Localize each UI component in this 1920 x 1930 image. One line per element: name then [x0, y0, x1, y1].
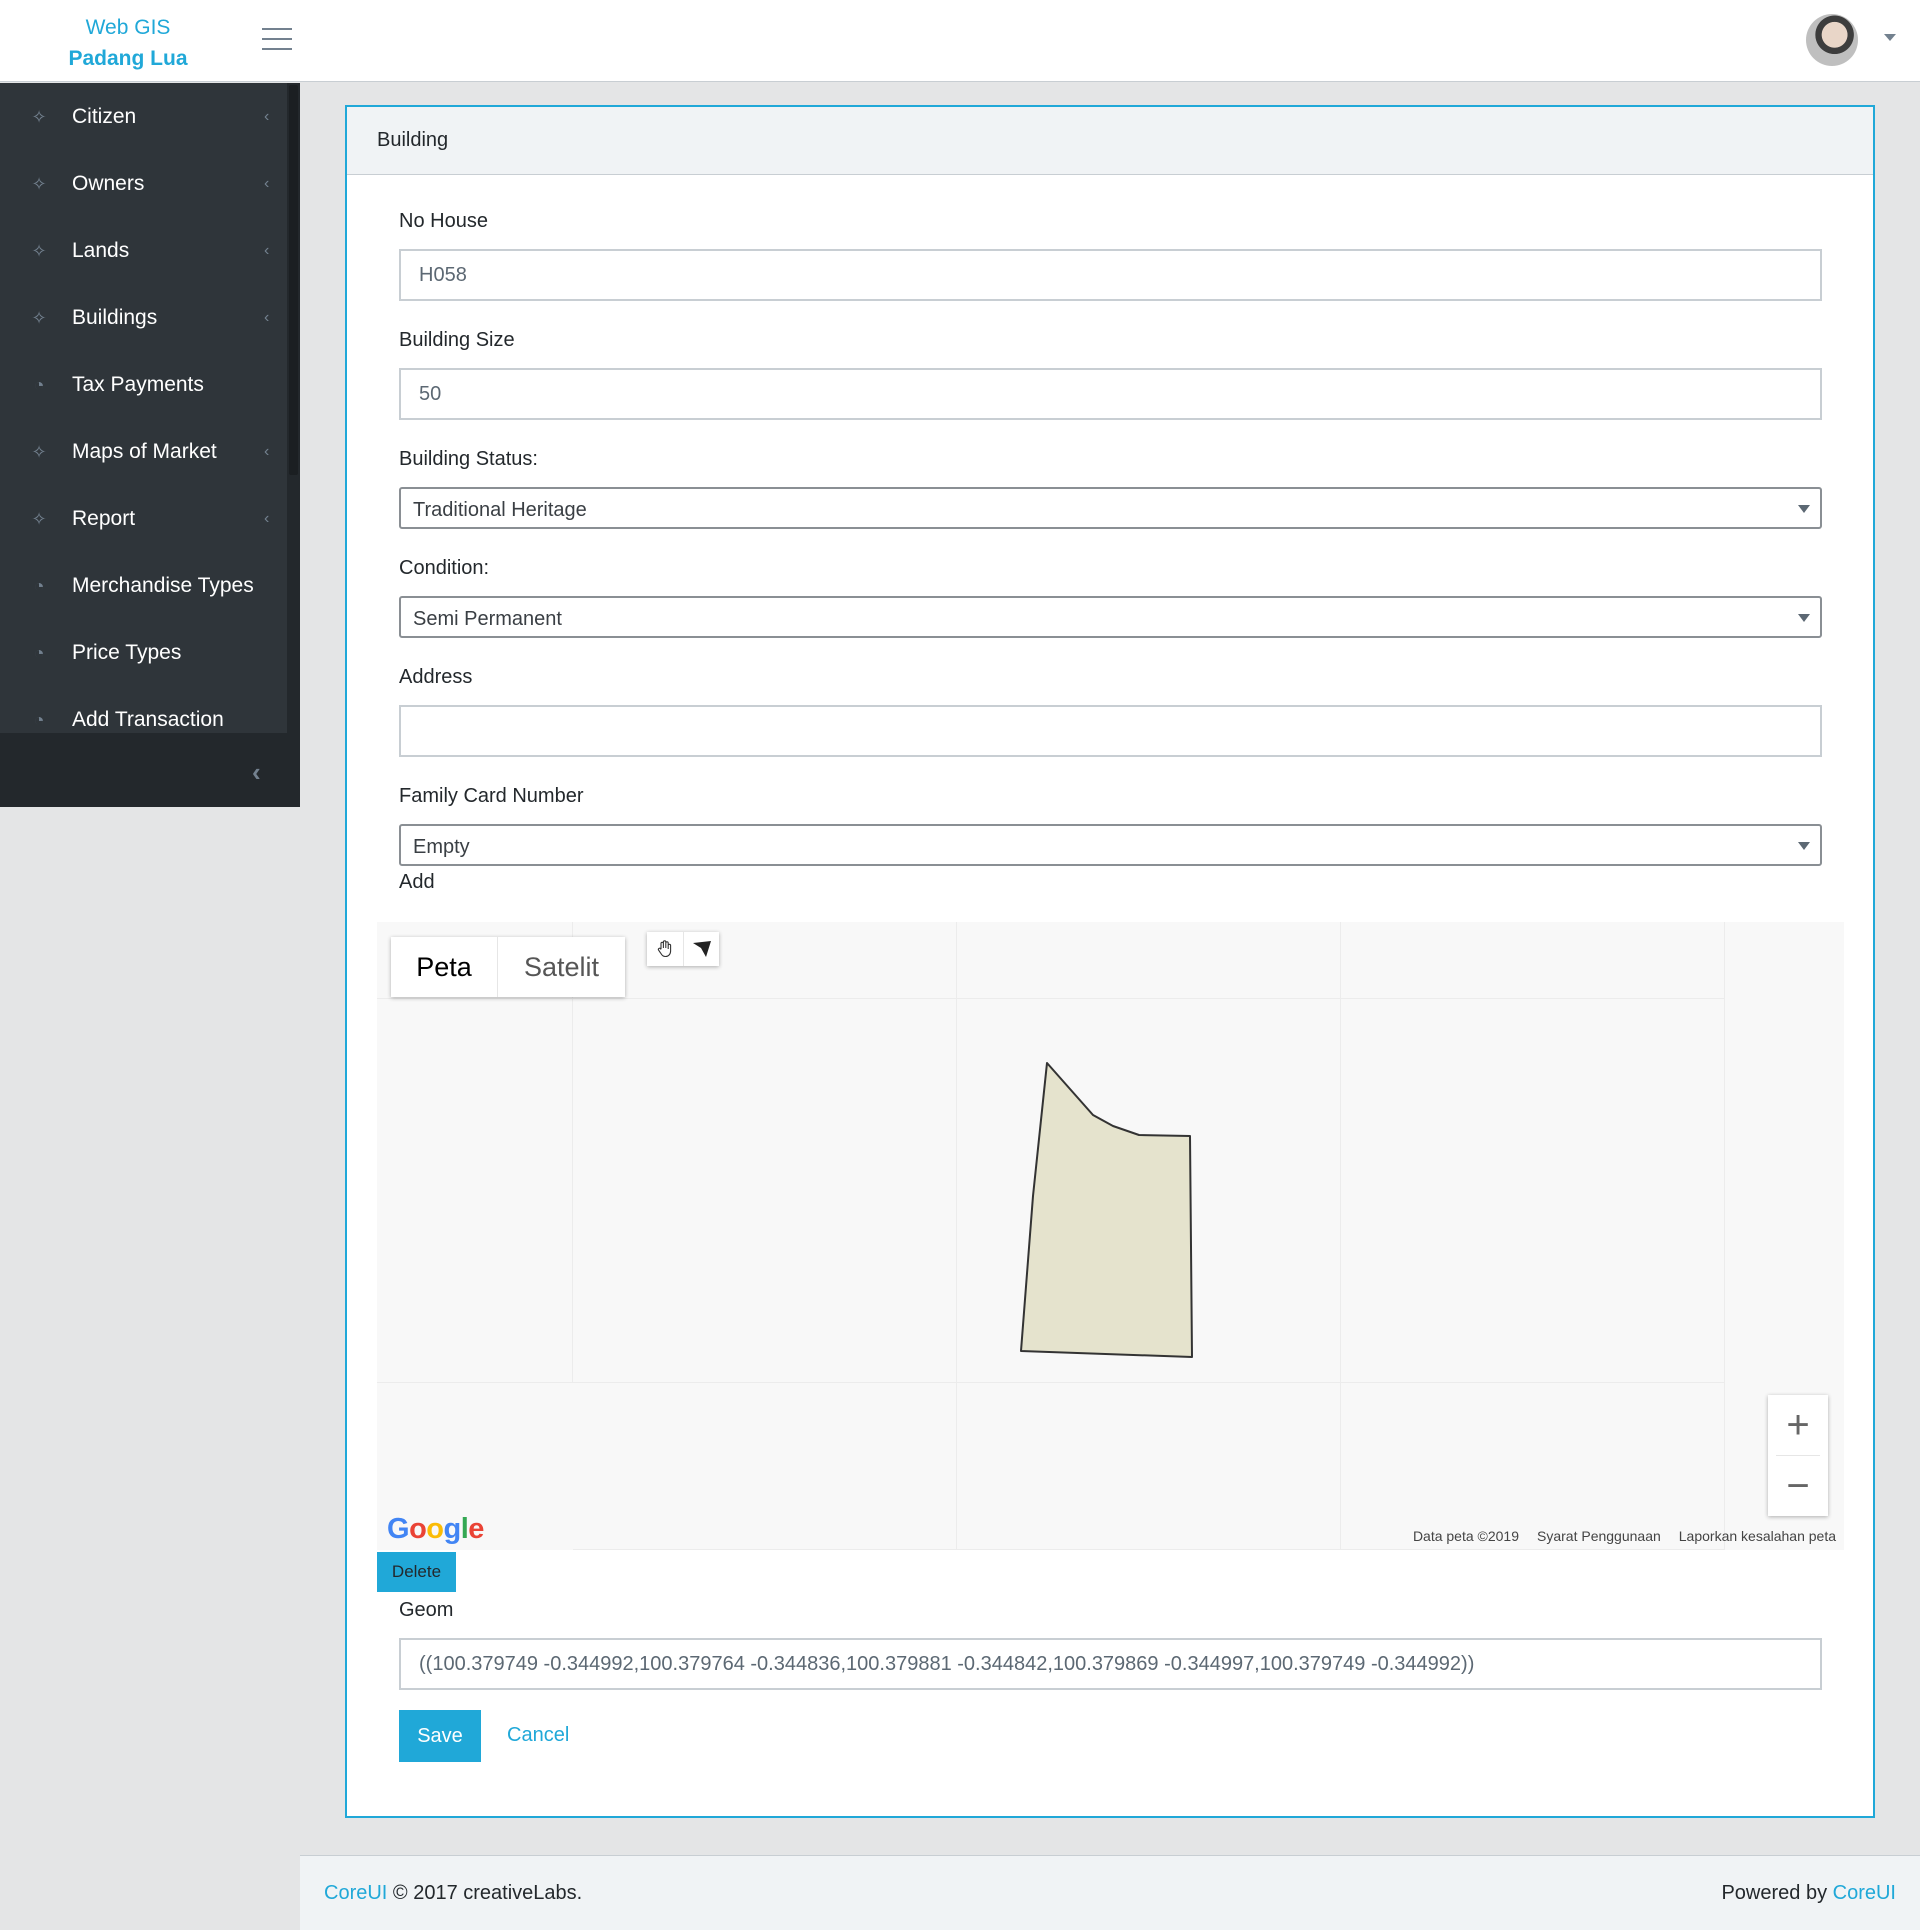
- drawing-tools: [647, 932, 719, 966]
- sidebar-item-buildings[interactable]: ✧ Buildings ‹: [0, 284, 285, 351]
- puzzle-icon: ✧: [31, 307, 47, 328]
- sidebar-item-label: Report: [72, 506, 136, 530]
- sidebar-minimizer-button[interactable]: ‹: [0, 733, 300, 807]
- map-data-credit: Data peta ©2019: [1412, 1528, 1519, 1544]
- speedometer-icon: ◔: [33, 642, 45, 663]
- delete-shape-button[interactable]: Delete: [377, 1552, 456, 1592]
- family-card-value: Empty: [413, 836, 470, 858]
- coreui-link[interactable]: CoreUI: [324, 1882, 387, 1904]
- sidebar-item-merchandise-types[interactable]: ◔ Merchandise Types: [0, 552, 285, 619]
- map-attribution: Data peta ©2019 Syarat Penggunaan Lapork…: [1413, 1528, 1836, 1544]
- geom-label: Geom: [399, 1599, 454, 1621]
- building-status-label: Building Status:: [399, 448, 538, 470]
- chevron-left-icon: ‹: [264, 241, 270, 259]
- puzzle-icon: ✧: [31, 173, 47, 194]
- sidebar-item-label: Buildings: [72, 305, 158, 329]
- zoom-out-button[interactable]: −: [1768, 1456, 1828, 1516]
- puzzle-icon: ✧: [31, 106, 47, 127]
- map-report-link[interactable]: Laporkan kesalahan peta: [1679, 1528, 1836, 1544]
- map-type-control: Peta Satelit: [391, 937, 625, 997]
- footer-powered-by: Powered by CoreUI: [1721, 1882, 1896, 1905]
- app-header: Web GIS Padang Lua: [0, 0, 1920, 82]
- map-terms-link[interactable]: Syarat Penggunaan: [1537, 1528, 1661, 1544]
- save-button[interactable]: Save: [399, 1710, 481, 1762]
- chevron-left-icon: ‹: [264, 107, 270, 125]
- no-house-input[interactable]: [399, 249, 1822, 301]
- map-type-peta-button[interactable]: Peta: [391, 937, 497, 997]
- caret-down-icon: [1798, 614, 1810, 622]
- chevron-left-icon: ‹: [264, 442, 270, 460]
- sidebar-item-label: Price Types: [72, 640, 182, 664]
- sidebar-item-owners[interactable]: ✧ Owners ‹: [0, 150, 285, 217]
- chevron-left-icon: ‹: [264, 308, 270, 326]
- chevron-left-icon: ‹: [264, 174, 270, 192]
- zoom-control: + −: [1768, 1395, 1828, 1516]
- sidebar-scrollbar-thumb[interactable]: [289, 85, 298, 475]
- condition-label: Condition:: [399, 557, 490, 579]
- condition-value: Semi Permanent: [413, 608, 562, 630]
- sidebar-nav: ✧ Citizen ‹ ✧ Owners ‹ ✧ Lands ‹ ✧ Build…: [0, 83, 300, 733]
- brand-logo[interactable]: Web GIS Padang Lua: [48, 12, 208, 74]
- sidebar-item-label: Lands: [72, 238, 130, 262]
- building-status-value: Traditional Heritage: [413, 499, 587, 521]
- address-label: Address: [399, 666, 473, 688]
- sidebar-item-price-types[interactable]: ◔ Price Types: [0, 619, 285, 686]
- building-status-select[interactable]: Traditional Heritage: [399, 487, 1822, 529]
- chevron-left-icon: ‹: [264, 509, 270, 527]
- chevron-left-icon: ‹: [252, 757, 261, 787]
- draw-polygon-icon[interactable]: [683, 932, 719, 966]
- caret-down-icon: [1798, 842, 1810, 850]
- condition-select[interactable]: Semi Permanent: [399, 596, 1822, 638]
- speedometer-icon: ◔: [33, 575, 45, 596]
- sidebar-toggle-icon[interactable]: [262, 28, 292, 52]
- sidebar-item-add-transaction[interactable]: ◔ Add Transaction: [0, 686, 285, 733]
- sidebar-item-label: Citizen: [72, 104, 137, 128]
- add-family-card-link[interactable]: Add: [399, 871, 435, 894]
- sidebar-item-report[interactable]: ✧ Report ‹: [0, 485, 285, 552]
- sidebar-item-label: Add Transaction: [72, 707, 224, 731]
- user-avatar[interactable]: [1806, 14, 1858, 66]
- building-size-input[interactable]: [399, 368, 1822, 420]
- brand-subtitle: Padang Lua: [68, 47, 188, 70]
- footer-copyright: CoreUI © 2017 creativeLabs.: [324, 1882, 582, 1905]
- map-overlay: [1020, 1062, 1193, 1358]
- puzzle-icon: ✧: [31, 441, 47, 462]
- sidebar-item-label: Owners: [72, 171, 145, 195]
- google-logo: Google: [387, 1513, 484, 1545]
- sidebar-item-citizen[interactable]: ✧ Citizen ‹: [0, 83, 285, 150]
- map-canvas[interactable]: Peta Satelit + − Google Data peta ©2019 …: [377, 922, 1844, 1550]
- sidebar-item-label: Merchandise Types: [72, 573, 254, 597]
- geom-input[interactable]: [399, 1638, 1822, 1690]
- app-footer: CoreUI © 2017 creativeLabs. Powered by C…: [300, 1855, 1920, 1930]
- card-title: Building: [377, 129, 449, 151]
- powered-by-text: Powered by: [1721, 1882, 1828, 1904]
- puzzle-icon: ✧: [31, 508, 47, 529]
- sidebar-item-lands[interactable]: ✧ Lands ‹: [0, 217, 285, 284]
- coreui-powered-link[interactable]: CoreUI: [1833, 1882, 1896, 1904]
- cancel-button[interactable]: Cancel: [507, 1724, 569, 1747]
- caret-down-icon[interactable]: [1884, 34, 1896, 41]
- building-size-label: Building Size: [399, 329, 515, 351]
- speedometer-icon: ◔: [33, 374, 45, 395]
- sidebar-item-label: Maps of Market: [72, 439, 217, 463]
- sidebar-item-label: Tax Payments: [72, 372, 204, 396]
- no-house-label: No House: [399, 210, 488, 232]
- sidebar-item-maps-of-market[interactable]: ✧ Maps of Market ‹: [0, 418, 285, 485]
- sidebar-item-tax-payments[interactable]: ◔ Tax Payments: [0, 351, 285, 418]
- map-type-satelit-button[interactable]: Satelit: [497, 937, 625, 997]
- hand-icon[interactable]: [647, 932, 683, 966]
- zoom-in-button[interactable]: +: [1768, 1395, 1828, 1455]
- building-form-card: Building No House Building Size Building…: [345, 105, 1875, 1818]
- brand-title: Web GIS: [85, 16, 171, 39]
- address-input[interactable]: [399, 705, 1822, 757]
- card-header: Building: [347, 107, 1873, 175]
- caret-down-icon: [1798, 505, 1810, 513]
- puzzle-icon: ✧: [31, 240, 47, 261]
- parcel-polygon[interactable]: [1020, 1062, 1193, 1358]
- sidebar: ✧ Citizen ‹ ✧ Owners ‹ ✧ Lands ‹ ✧ Build…: [0, 83, 300, 807]
- speedometer-icon: ◔: [33, 709, 45, 730]
- family-card-label: Family Card Number: [399, 785, 584, 807]
- copyright-text: © 2017 creativeLabs.: [392, 1882, 583, 1904]
- family-card-select[interactable]: Empty: [399, 824, 1822, 866]
